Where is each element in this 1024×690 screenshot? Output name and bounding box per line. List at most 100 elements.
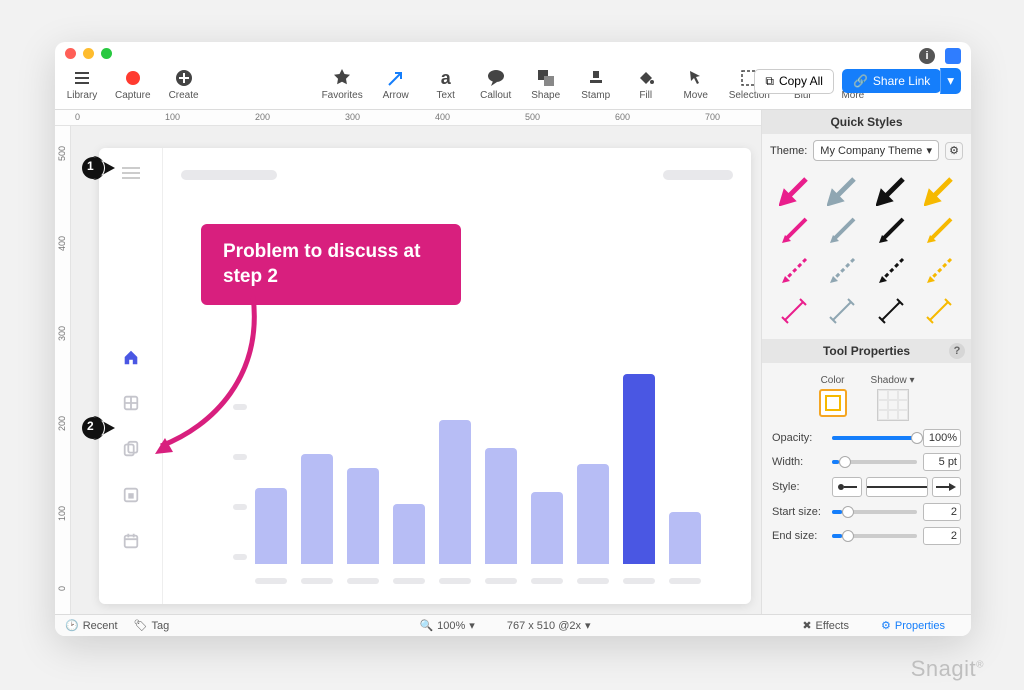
create-icon — [174, 68, 194, 88]
create-label: Create — [169, 90, 199, 101]
move-icon — [686, 68, 706, 88]
start-size-value[interactable]: 2 — [923, 503, 961, 521]
callout-arrow[interactable] — [153, 296, 273, 466]
style-swatch[interactable] — [915, 211, 963, 251]
style-swatch[interactable] — [915, 291, 963, 331]
chart-bar-highlighted — [623, 374, 655, 564]
share-link-button[interactable]: 🔗Share Link — [842, 69, 941, 93]
copy-icon: ⧉ — [765, 74, 774, 89]
opacity-slider[interactable] — [832, 436, 917, 440]
clock-icon: 🕑 — [65, 619, 79, 632]
arrow-tool[interactable]: Arrow — [379, 68, 413, 101]
placeholder-bar — [663, 170, 733, 180]
close-window-button[interactable] — [65, 48, 76, 59]
copy-layers-icon — [122, 440, 140, 458]
shadow-label[interactable]: Shadow ▾ — [871, 375, 915, 386]
canvas-workspace[interactable]: Problem to discuss at step 2 1 2 — [71, 126, 761, 614]
properties-button[interactable]: ⚙Properties — [881, 619, 945, 632]
color-label: Color — [821, 375, 845, 386]
chart-bar — [531, 492, 563, 564]
chart-bar — [577, 464, 609, 564]
wand-icon: ✖ — [802, 619, 811, 632]
library-button[interactable]: Library — [65, 68, 99, 101]
style-swatch[interactable] — [915, 171, 963, 211]
end-size-row: End size: 2 — [772, 527, 961, 545]
capture-button[interactable]: Capture — [115, 68, 151, 101]
callout-icon — [486, 68, 506, 88]
zoom-control[interactable]: 🔍100% ▾ — [419, 619, 474, 632]
width-value[interactable]: 5 pt — [923, 453, 961, 471]
style-swatch[interactable] — [818, 291, 866, 331]
step-badge-2[interactable]: 2 — [81, 416, 115, 440]
color-swatch[interactable] — [819, 389, 847, 417]
search-icon: 🔍 — [419, 619, 433, 632]
end-size-value[interactable]: 2 — [923, 527, 961, 545]
style-swatch[interactable] — [770, 251, 818, 291]
style-row: Style: — [772, 477, 961, 497]
text-tool[interactable]: aText — [429, 68, 463, 101]
effects-button[interactable]: ✖Effects — [802, 619, 849, 632]
screenshot-canvas[interactable]: Problem to discuss at step 2 1 2 — [99, 148, 751, 604]
tool-properties-body: Color Shadow ▾ Opacity: 100% Width: 5 pt — [762, 363, 971, 559]
start-size-slider[interactable] — [832, 510, 917, 514]
library-icon — [72, 68, 92, 88]
style-swatch[interactable] — [818, 251, 866, 291]
style-swatch[interactable] — [770, 291, 818, 331]
end-cap-right[interactable] — [932, 477, 962, 497]
fill-tool[interactable]: Fill — [629, 68, 663, 101]
shape-icon — [536, 68, 556, 88]
callout-text: Problem to discuss at step 2 — [223, 241, 420, 287]
grid-icon — [122, 394, 140, 412]
chevron-down-icon: ▾ — [469, 619, 475, 632]
opacity-value[interactable]: 100% — [923, 429, 961, 447]
calendar-icon — [122, 532, 140, 550]
minimize-window-button[interactable] — [83, 48, 94, 59]
style-swatch[interactable] — [915, 251, 963, 291]
zoom-window-button[interactable] — [101, 48, 112, 59]
move-tool[interactable]: Move — [679, 68, 713, 101]
tag-button[interactable]: 🏷Tag — [134, 619, 170, 632]
style-swatch[interactable] — [770, 211, 818, 251]
callout-annotation[interactable]: Problem to discuss at step 2 — [201, 224, 461, 305]
theme-settings-button[interactable]: ⚙ — [945, 142, 963, 160]
library-label: Library — [67, 90, 98, 101]
share-link-dropdown[interactable]: ▾ — [940, 68, 961, 94]
style-swatch[interactable] — [818, 171, 866, 211]
style-swatch[interactable] — [867, 171, 915, 211]
style-swatch[interactable] — [867, 211, 915, 251]
style-swatch[interactable] — [818, 211, 866, 251]
brand-watermark: Snagit® — [911, 656, 984, 682]
stamp-tool[interactable]: Stamp — [579, 68, 613, 101]
dimensions-label[interactable]: 767 x 510 @2x ▾ — [507, 619, 591, 632]
line-style-select[interactable] — [866, 477, 928, 497]
style-swatch[interactable] — [770, 171, 818, 211]
shadow-direction-grid[interactable] — [877, 389, 909, 421]
width-slider[interactable] — [832, 460, 917, 464]
toolbar-right-actions: ⧉Copy All 🔗Share Link ▾ — [754, 68, 961, 94]
end-cap-left[interactable] — [832, 477, 862, 497]
tag-icon: 🏷 — [134, 619, 148, 632]
shape-tool[interactable]: Shape — [529, 68, 563, 101]
end-size-slider[interactable] — [832, 534, 917, 538]
style-swatch[interactable] — [867, 251, 915, 291]
step-badge-1[interactable]: 1 — [81, 156, 115, 180]
vertical-ruler: 500 400 300 200 100 0 — [55, 126, 71, 614]
help-icon[interactable]: ? — [949, 343, 965, 359]
chevron-down-icon: ▾ — [585, 619, 591, 632]
hamburger-icon — [122, 164, 140, 182]
chart-bar — [439, 420, 471, 564]
chart-bar — [301, 454, 333, 564]
quick-styles-header: Quick Styles — [762, 110, 971, 134]
arrow-icon — [386, 68, 406, 88]
create-button[interactable]: Create — [167, 68, 201, 101]
right-panel: Quick Styles Theme: My Company Theme▾ ⚙ — [761, 110, 971, 614]
copy-all-button[interactable]: ⧉Copy All — [754, 69, 834, 94]
recent-button[interactable]: 🕑Recent — [65, 619, 118, 632]
chart-bar — [393, 504, 425, 564]
theme-select[interactable]: My Company Theme▾ — [813, 140, 939, 161]
callout-tool[interactable]: Callout — [479, 68, 513, 101]
style-swatch[interactable] — [867, 291, 915, 331]
favorites-tool[interactable]: Favorites — [322, 68, 363, 101]
placeholder-bar — [181, 170, 277, 180]
toolbar-left-group: Library Capture Create — [65, 68, 201, 101]
